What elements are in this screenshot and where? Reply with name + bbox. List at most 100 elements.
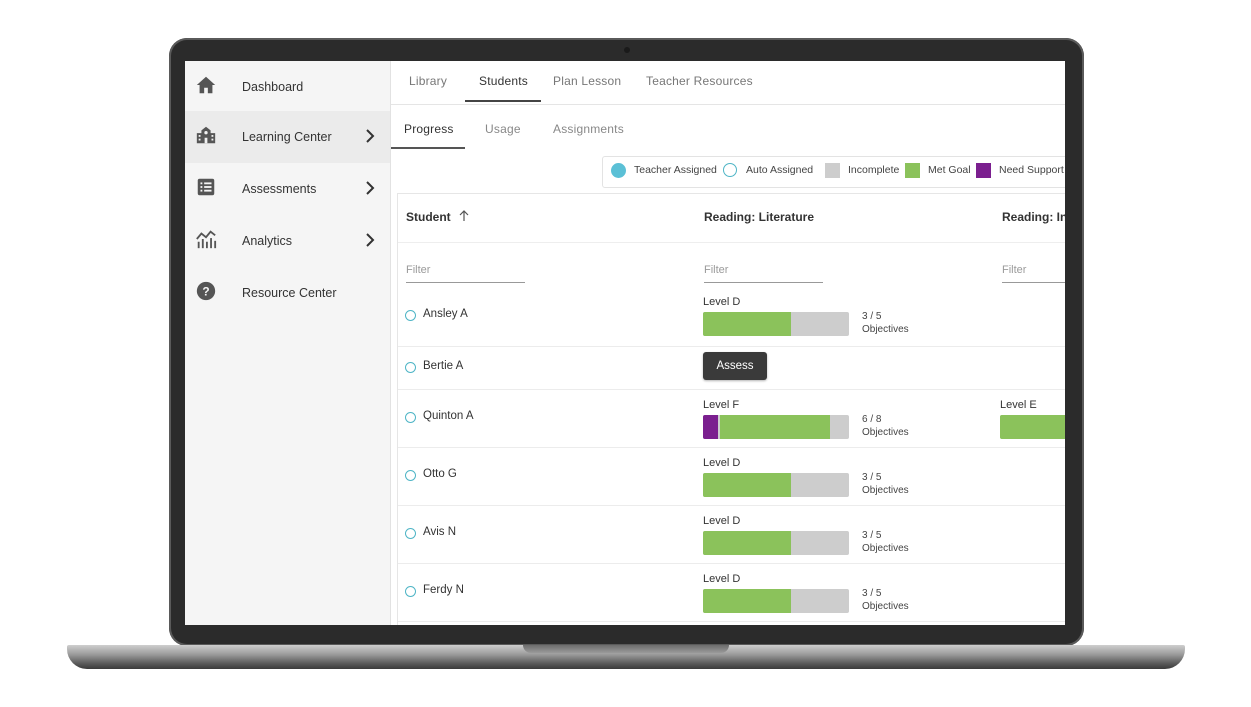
chevron-right-icon — [366, 129, 375, 143]
level-label: Level D — [703, 296, 741, 308]
help-icon: ? — [196, 281, 216, 301]
objectives-progress-bar — [703, 312, 849, 336]
level-label: Level D — [703, 573, 741, 585]
student-name: Bertie A — [423, 359, 464, 372]
tab-usage[interactable]: Usage — [485, 122, 521, 136]
legend-met-goal: Met Goal — [928, 164, 971, 176]
student-name: Ferdy N — [423, 584, 464, 596]
filter-underline — [704, 282, 823, 283]
row-select-radio[interactable] — [405, 412, 416, 423]
filter-student[interactable]: Filter — [406, 264, 430, 276]
table-row: Bertie A Assess — [398, 346, 1065, 390]
active-tab-indicator — [465, 100, 541, 102]
sort-ascending-icon[interactable] — [459, 210, 469, 222]
camera-dot — [624, 47, 630, 53]
sidebar-item-label: Resource Center — [242, 286, 337, 300]
tab-teacher-resources[interactable]: Teacher Resources — [646, 74, 753, 88]
laptop-notch — [523, 645, 729, 653]
met-goal-segment — [703, 473, 791, 497]
home-icon — [196, 76, 216, 94]
level-label: Level E — [1000, 399, 1037, 411]
objectives-progress-bar — [703, 589, 849, 613]
filter-reading-literature[interactable]: Filter — [704, 264, 728, 276]
level-label: Level D — [703, 457, 741, 469]
objectives-count: 6 / 8 Objectives — [862, 414, 909, 438]
table-row: Otto G Level D 3 / 5 Objectives — [398, 447, 1065, 506]
header-divider — [398, 242, 1065, 243]
assess-button[interactable]: Assess — [703, 352, 767, 380]
tab-plan-lesson[interactable]: Plan Lesson — [553, 74, 621, 88]
chevron-right-icon — [366, 233, 375, 247]
column-header-student[interactable]: Student — [406, 210, 451, 224]
student-name: Otto G — [423, 468, 457, 480]
row-select-radio[interactable] — [405, 470, 416, 481]
row-select-radio[interactable] — [405, 586, 416, 597]
tab-assignments[interactable]: Assignments — [553, 122, 624, 136]
list-icon — [197, 178, 215, 196]
filter-underline — [1002, 282, 1065, 283]
tab-students[interactable]: Students — [479, 74, 528, 88]
sidebar-item-label: Dashboard — [242, 80, 304, 94]
legend-auto-assigned: Auto Assigned — [746, 164, 814, 176]
column-header-reading-informational: Reading: Inf — [1002, 210, 1065, 224]
sidebar-item-assessments[interactable]: Assessments — [185, 163, 390, 215]
objectives-count: 3 / 5 Objectives — [862, 472, 909, 496]
sidebar-item-resource-center[interactable]: ? Resource Center — [185, 267, 390, 319]
sidebar-item-label: Learning Center — [242, 130, 332, 144]
level-label: Level D — [703, 515, 741, 527]
filter-reading-informational[interactable]: Filter — [1002, 264, 1026, 276]
chart-icon — [196, 230, 217, 249]
school-icon — [196, 126, 216, 144]
incomplete-swatch — [825, 163, 840, 178]
table-row: Ferdy N Level D 3 / 5 Objectives — [398, 563, 1065, 622]
sidebar: Dashboard Learning Center Assessments An… — [185, 61, 391, 625]
objectives-count: 3 / 5 Objectives — [862, 588, 909, 612]
sidebar-item-dashboard[interactable]: Dashboard — [185, 61, 390, 113]
objectives-progress-bar — [703, 415, 849, 439]
level-label: Level F — [703, 399, 740, 411]
sub-tab-bar: Progress Usage Assignments — [391, 105, 1065, 149]
objectives-progress-bar — [703, 531, 849, 555]
objectives-progress-bar — [703, 473, 849, 497]
met-goal-segment — [703, 312, 791, 336]
legend-need-support: Need Support — [999, 164, 1064, 176]
status-legend: Teacher Assigned Auto Assigned Incomplet… — [602, 156, 1065, 188]
active-subtab-indicator — [391, 147, 465, 149]
objectives-progress-bar — [1000, 415, 1065, 439]
objectives-count: 3 / 5 Objectives — [862, 311, 909, 335]
need-support-swatch — [976, 163, 991, 178]
row-select-radio[interactable] — [405, 310, 416, 321]
objectives-count: 3 / 5 Objectives — [862, 530, 909, 554]
teacher-assigned-swatch — [611, 163, 626, 178]
met-goal-segment — [703, 531, 791, 555]
sidebar-item-learning-center[interactable]: Learning Center — [185, 111, 390, 163]
sidebar-item-analytics[interactable]: Analytics — [185, 215, 390, 267]
auto-assigned-swatch — [723, 163, 737, 177]
row-select-radio[interactable] — [405, 528, 416, 539]
svg-text:?: ? — [202, 285, 209, 299]
top-tab-bar: Library Students Plan Lesson Teacher Res… — [391, 61, 1065, 105]
chevron-right-icon — [366, 181, 375, 195]
table-row: Avis N Level D 3 / 5 Objectives — [398, 505, 1065, 564]
sidebar-item-label: Analytics — [242, 234, 293, 248]
student-name: Ansley A — [423, 308, 468, 320]
need-support-segment — [703, 415, 718, 439]
met-goal-segment — [703, 589, 791, 613]
row-select-radio[interactable] — [405, 361, 416, 373]
tab-library[interactable]: Library — [409, 74, 447, 88]
student-name: Quinton A — [423, 410, 474, 422]
filter-underline — [406, 282, 525, 283]
student-progress-table: Student Reading: Literature Reading: Inf… — [397, 193, 1065, 625]
table-row: Quinton A Level F 6 / 8 Objectives Level E — [398, 389, 1065, 448]
sidebar-item-label: Assessments — [242, 182, 317, 196]
legend-incomplete: Incomplete — [848, 164, 900, 176]
table-row: Ansley A Level D 3 / 5 Objectives — [398, 286, 1065, 347]
tab-progress[interactable]: Progress — [404, 122, 454, 136]
student-name: Avis N — [423, 526, 457, 538]
column-header-reading-literature: Reading: Literature — [704, 210, 815, 224]
met-goal-segment — [719, 415, 830, 439]
met-goal-segment — [1000, 415, 1065, 439]
app-screen: Dashboard Learning Center Assessments An… — [185, 61, 1065, 625]
legend-teacher-assigned: Teacher Assigned — [634, 164, 717, 176]
met-goal-swatch — [905, 163, 920, 178]
